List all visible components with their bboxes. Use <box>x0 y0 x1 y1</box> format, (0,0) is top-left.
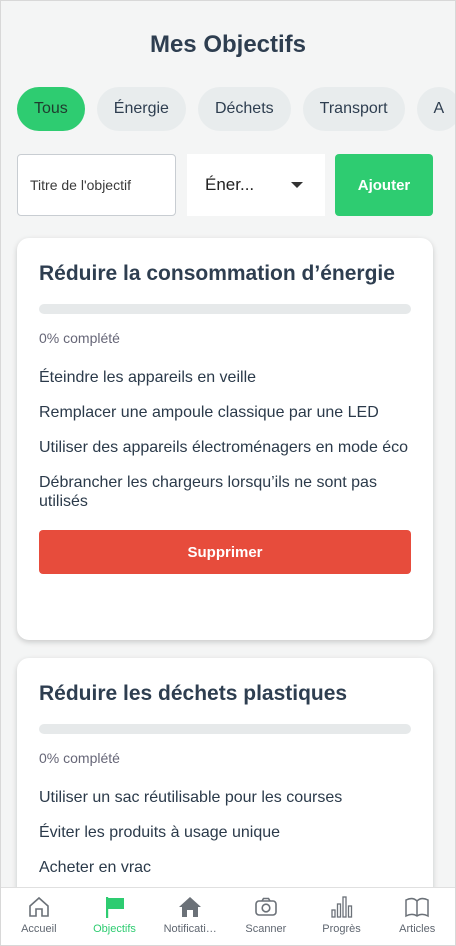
flag-icon <box>105 897 124 918</box>
camera-icon <box>255 897 277 916</box>
goal-progress-bar <box>39 724 411 734</box>
tab-articles[interactable]: Articles <box>379 888 455 945</box>
tab-label: Objectifs <box>93 923 136 935</box>
goal-task: Remplacer une ampoule classique par une … <box>39 404 379 421</box>
tab-label: Progrès <box>322 923 361 935</box>
bar-chart-icon <box>330 896 352 918</box>
goal-title: Réduire les déchets plastiques <box>39 682 348 705</box>
filter-chip-energie[interactable]: Énergie <box>96 87 186 131</box>
goal-task: Utiliser un sac réutilisable pour les co… <box>39 789 343 806</box>
add-goal-button[interactable]: Ajouter <box>335 154 433 216</box>
category-filter-bar: Tous Énergie Déchets Transport A <box>17 87 455 131</box>
home-outline-icon <box>29 896 49 917</box>
tab-label: Articles <box>399 923 436 935</box>
tab-objectifs[interactable]: Objectifs <box>77 888 153 945</box>
home-filled-icon <box>179 897 202 917</box>
tab-notifications[interactable]: Notificati… <box>152 888 228 945</box>
goal-progress-text: 0% complété <box>39 750 120 766</box>
tab-label: Scanner <box>245 923 287 935</box>
page-title: Mes Objectifs <box>149 31 307 58</box>
tab-scanner[interactable]: Scanner <box>228 888 304 945</box>
add-goal-form: Éner... Ajouter <box>17 154 433 216</box>
filter-chip-more[interactable]: A <box>416 87 455 131</box>
goal-progress-bar <box>39 304 411 314</box>
category-select[interactable]: Éner... <box>187 154 325 216</box>
goal-title-input[interactable] <box>17 154 176 216</box>
tab-accueil[interactable]: Accueil <box>1 888 77 945</box>
goal-task: Acheter en vrac <box>39 859 152 876</box>
goal-task: Éviter les produits à usage unique <box>39 824 281 841</box>
goal-card: Réduire les déchets plastiques 0% complé… <box>17 658 433 918</box>
filter-chip-dechets[interactable]: Déchets <box>197 87 291 131</box>
goal-progress-text: 0% complété <box>39 330 120 346</box>
caret-down-icon <box>291 182 303 188</box>
category-select-value: Éner... <box>205 175 255 194</box>
goal-task: Éteindre les appareils en veille <box>39 369 257 386</box>
goal-card: Réduire la consommation d’énergie 0% com… <box>17 238 433 640</box>
goal-task: Débrancher les chargeurs lorsqu’ils ne s… <box>39 474 377 510</box>
filter-chip-tous[interactable]: Tous <box>17 87 85 131</box>
goal-title: Réduire la consommation d’énergie <box>39 262 395 285</box>
goal-task: Utiliser des appareils électroménagers e… <box>39 439 409 456</box>
delete-goal-button[interactable]: Supprimer <box>39 530 411 574</box>
bottom-tab-bar: Accueil Objectifs Notificati… Scanner Pr… <box>1 887 455 945</box>
tab-label: Notificati… <box>163 923 217 935</box>
tab-progres[interactable]: Progrès <box>304 888 380 945</box>
book-icon <box>405 897 429 918</box>
tab-label: Accueil <box>21 923 57 935</box>
filter-chip-transport[interactable]: Transport <box>302 87 405 131</box>
